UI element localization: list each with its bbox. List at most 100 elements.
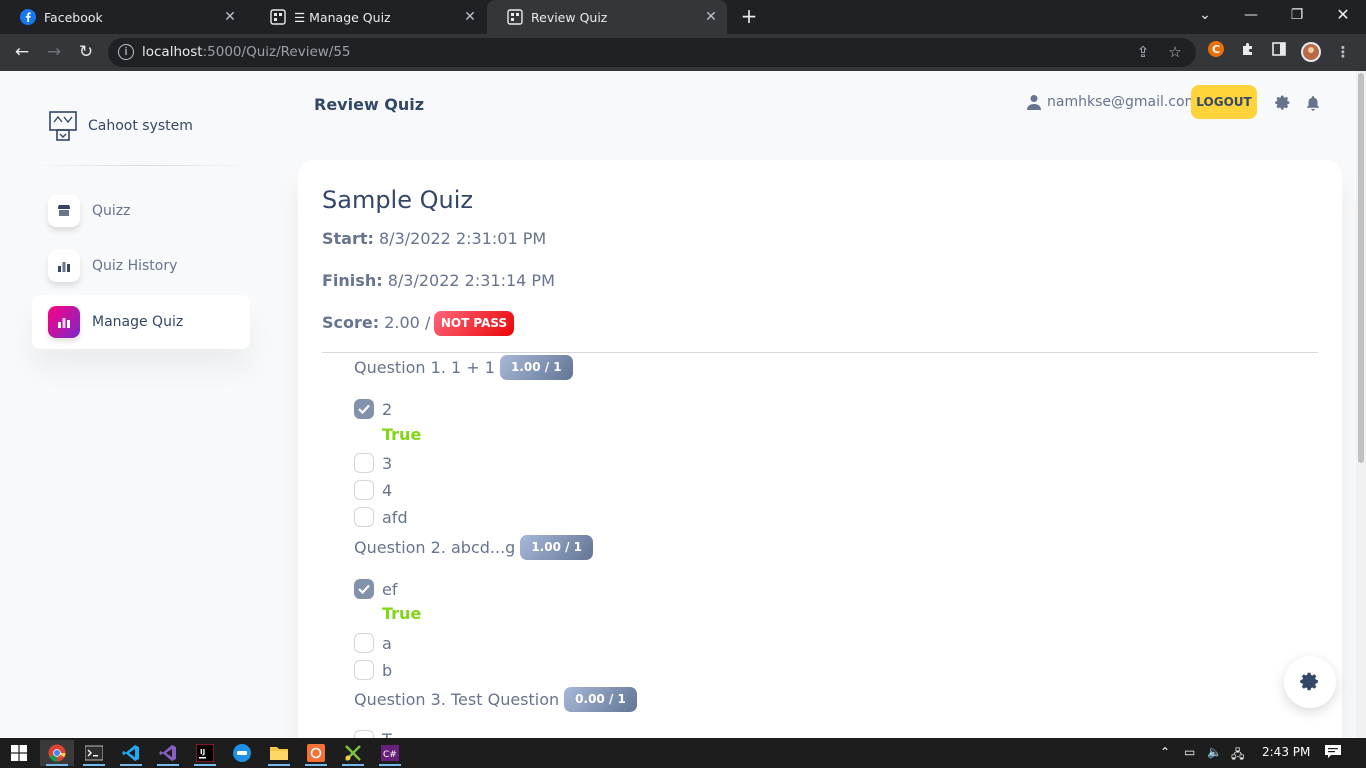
- logout-button[interactable]: LOGOUT: [1191, 85, 1257, 119]
- gear-icon[interactable]: [1275, 95, 1291, 111]
- score-label: Score:: [322, 313, 380, 332]
- snipping-tool-icon[interactable]: [336, 740, 370, 766]
- network-icon[interactable]: 🖧: [1231, 745, 1244, 766]
- chevron-up-icon[interactable]: ⌃: [1160, 745, 1170, 759]
- question-text: Question 3. Test Question: [354, 690, 560, 709]
- tab-review-quiz[interactable]: Review Quiz ✕: [487, 0, 727, 34]
- sidebar-item-manage-quiz[interactable]: Manage Quiz: [32, 295, 250, 349]
- url-text: localhost:5000/Quiz/Review/55: [142, 44, 351, 60]
- sidebar-item-label: Quiz History: [92, 258, 178, 274]
- option-text: ef: [382, 579, 398, 599]
- windows-start-icon[interactable]: [2, 740, 36, 766]
- answer-option[interactable]: a: [354, 633, 392, 653]
- finish-value: 8/3/2022 2:31:14 PM: [387, 271, 555, 290]
- checkbox[interactable]: [354, 480, 374, 500]
- answer-option[interactable]: afd: [354, 507, 408, 527]
- checkbox[interactable]: [354, 453, 374, 473]
- start-label: Start:: [322, 229, 374, 248]
- new-tab-button[interactable]: +: [738, 6, 760, 28]
- answer-option[interactable]: b: [354, 660, 392, 680]
- reload-icon[interactable]: ↻: [74, 40, 98, 64]
- scrollbar-thumb[interactable]: [1358, 73, 1364, 463]
- checkbox-checked[interactable]: [354, 399, 374, 419]
- brand-name: Cahoot system: [88, 118, 193, 134]
- file-explorer-icon[interactable]: [262, 740, 296, 766]
- user-icon: [1027, 94, 1041, 110]
- checkbox[interactable]: [354, 660, 374, 680]
- option-text: T: [382, 730, 392, 738]
- share-icon[interactable]: ⇪: [1132, 41, 1154, 63]
- option-text: 4: [382, 480, 393, 500]
- extension-c-icon[interactable]: C: [1205, 41, 1227, 63]
- answer-option[interactable]: T: [354, 730, 392, 738]
- side-panel-icon[interactable]: [1268, 41, 1290, 63]
- facebook-icon: [20, 9, 36, 25]
- answer-option[interactable]: 2: [354, 399, 392, 419]
- menu-kebab-icon[interactable]: ⋮: [1332, 41, 1354, 63]
- tab-manage-quiz[interactable]: ☰ Manage Quiz ✕: [250, 0, 486, 34]
- sidebar-item-quizz[interactable]: Quizz: [32, 184, 250, 238]
- extensions-puzzle-icon[interactable]: [1237, 41, 1259, 63]
- terminal-icon[interactable]: [77, 740, 111, 766]
- option-text: afd: [382, 507, 408, 527]
- option-text: a: [382, 633, 392, 653]
- url-path: :5000/Quiz/Review/55: [202, 44, 351, 60]
- close-icon[interactable]: ✕: [462, 9, 478, 25]
- close-icon[interactable]: ✕: [222, 9, 238, 25]
- clock-time[interactable]: 2:43 PM: [1262, 745, 1310, 759]
- chrome-icon[interactable]: [40, 740, 74, 766]
- sidebar-divider: [32, 165, 252, 166]
- minimize-button[interactable]: —: [1228, 0, 1274, 30]
- start-time: Start: 8/3/2022 2:31:01 PM: [322, 229, 546, 248]
- option-text: b: [382, 660, 393, 680]
- section-divider: [322, 352, 1318, 353]
- qr-icon: [270, 9, 286, 25]
- forward-icon[interactable]: →: [42, 40, 66, 64]
- svg-text:C: C: [1212, 43, 1220, 56]
- postman-icon[interactable]: [299, 740, 333, 766]
- answer-option[interactable]: 4: [354, 480, 392, 500]
- question-text: Question 1. 1 + 1: [354, 358, 495, 377]
- url-host: localhost: [142, 44, 203, 60]
- settings-fab-button[interactable]: [1284, 656, 1336, 708]
- restore-button[interactable]: ❐: [1274, 0, 1320, 30]
- profile-avatar[interactable]: [1300, 41, 1322, 63]
- finish-label: Finish:: [322, 271, 383, 290]
- question-text: Question 2. abcd...g: [354, 538, 516, 557]
- answer-option[interactable]: 3: [354, 453, 392, 473]
- browser-toolbar: ← → ↻ i localhost:5000/Quiz/Review/55 ⇪ …: [0, 34, 1366, 71]
- correct-verdict: True: [382, 604, 422, 623]
- volume-icon[interactable]: 🔈: [1207, 745, 1222, 759]
- user-account[interactable]: namhkse@gmail.com!: [1027, 94, 1204, 110]
- answer-option[interactable]: ef: [354, 579, 397, 599]
- svg-text:IJ: IJ: [200, 748, 205, 756]
- checkbox-checked[interactable]: [354, 579, 374, 599]
- vscode-icon[interactable]: [114, 740, 148, 766]
- visual-studio-csharp-icon[interactable]: C#: [373, 740, 407, 766]
- page-title: Review Quiz: [314, 95, 425, 114]
- chart-icon: [48, 306, 80, 338]
- question-3: Question 3. Test Question 0.00 / 1: [354, 687, 637, 712]
- brand[interactable]: Cahoot system: [48, 110, 193, 142]
- tab-label: ☰ Manage Quiz: [294, 9, 391, 25]
- site-info-icon[interactable]: i: [118, 44, 134, 60]
- bookmark-star-icon[interactable]: ☆: [1164, 41, 1186, 63]
- docker-icon[interactable]: [225, 740, 259, 766]
- tab-facebook[interactable]: Facebook ✕: [0, 0, 246, 34]
- question-score-badge: 0.00 / 1: [564, 687, 637, 712]
- back-icon[interactable]: ←: [10, 40, 34, 64]
- close-icon[interactable]: ✕: [703, 9, 719, 25]
- checkbox[interactable]: [354, 507, 374, 527]
- close-window-button[interactable]: ✕: [1320, 0, 1366, 30]
- notification-center-icon[interactable]: [1325, 745, 1341, 762]
- checkbox[interactable]: [354, 730, 374, 738]
- visual-studio-icon[interactable]: [151, 740, 185, 766]
- checkbox[interactable]: [354, 633, 374, 653]
- tab-search-icon[interactable]: ⌄: [1182, 0, 1228, 30]
- sidebar-item-quiz-history[interactable]: Quiz History: [32, 239, 250, 293]
- bell-icon[interactable]: [1305, 95, 1321, 111]
- intellij-icon[interactable]: IJ: [188, 740, 222, 766]
- address-bar[interactable]: i localhost:5000/Quiz/Review/55 ⇪ ☆: [108, 38, 1196, 67]
- battery-icon[interactable]: ▭: [1184, 745, 1195, 759]
- correct-verdict: True: [382, 425, 422, 444]
